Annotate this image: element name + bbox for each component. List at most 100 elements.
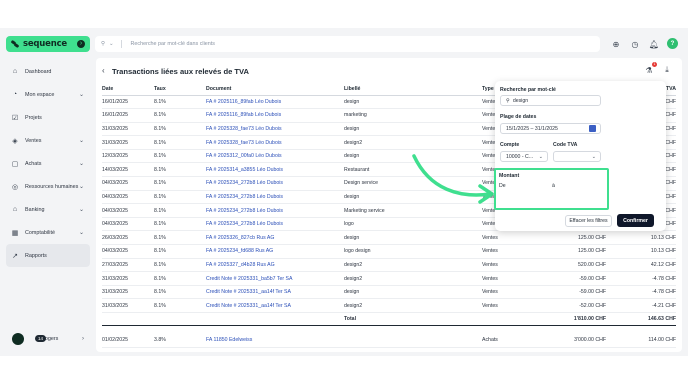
confirm-button[interactable]: Confirmer: [617, 214, 654, 227]
collapse-sidebar-icon[interactable]: ›: [77, 40, 85, 48]
montant-min-input[interactable]: [499, 191, 547, 201]
search-input[interactable]: Recherche par mot-clé dans clients: [130, 41, 215, 47]
cell-libelle: design: [344, 122, 482, 137]
bag-icon: ▢: [11, 160, 19, 168]
cell-taux: 8.1%: [154, 190, 206, 205]
date-range-input[interactable]: 15/1/2025 – 31/1/2025: [500, 123, 601, 134]
code-tva-label: Code TVA: [553, 142, 578, 148]
user-menu[interactable]: 14 Rogers ›: [6, 330, 90, 348]
compte-select[interactable]: 10000 - C... ⌄: [500, 151, 548, 162]
cell-document[interactable]: FA # 2025116_89fab Léo Dubois: [206, 95, 344, 110]
clock-icon[interactable]: ◷: [629, 38, 641, 50]
cell-document[interactable]: Credit Note # 2025331_aa14f Ter SA: [206, 285, 344, 300]
sidebar-item-ventes[interactable]: ◈ Ventes ⌄: [6, 129, 90, 152]
table-row[interactable]: 27/03/2025 8.1% FA # 2025327_d4b28 Rus AG d…: [102, 258, 676, 273]
cell-taux: 8.1%: [154, 285, 206, 300]
sidebar-item-achats[interactable]: ▢ Achats ⌄: [6, 152, 90, 175]
add-icon[interactable]: ⊕: [610, 38, 622, 50]
cell-document[interactable]: Credit Note # 2025331_aa14f Ter SA: [206, 298, 344, 313]
top-icons: ⊕ ◷ 🔔︎ ?: [610, 38, 678, 50]
cell-libelle: design: [344, 230, 482, 246]
column-header-taux[interactable]: Taux: [154, 83, 206, 96]
column-header-document[interactable]: Document: [206, 83, 344, 96]
chevron-down-icon[interactable]: ⌄: [109, 41, 114, 47]
cell-libelle: design2: [344, 135, 482, 150]
montant-highlight-box: Montant De à: [494, 168, 609, 210]
column-header-libelle[interactable]: Libellé: [344, 83, 482, 96]
cell-taux: 8.1%: [154, 244, 206, 259]
cell-libelle: logo: [344, 217, 482, 232]
cell-date: 27/03/2025: [102, 258, 154, 273]
cell-document[interactable]: FA # 2025328_fae73 Léo Dubois: [206, 135, 344, 150]
table-row[interactable]: 26/03/2025 8.1% FA # 2025326_827cb Rus AG d…: [102, 230, 676, 246]
chevron-down-icon: ⌄: [78, 138, 84, 144]
cell-taux: 8.1%: [154, 122, 206, 137]
sidebar-item-ressources-humaines[interactable]: ◎ Ressources humaines ⌄: [6, 175, 90, 198]
cell-document[interactable]: Credit Note # 2025331_ba5b7 Ter SA: [206, 271, 344, 286]
keyword-label: Recherche par mot-clé: [500, 87, 556, 93]
chevron-down-icon: ⌄: [591, 153, 596, 160]
table-row[interactable]: 31/03/2025 8.1% Credit Note # 2025331_ba5b…: [102, 271, 676, 286]
cell-document[interactable]: FA # 2025312_00fa0 Léo Dubois: [206, 149, 344, 164]
cell-document[interactable]: FA # 2025234_272b8 Léo Dubois: [206, 217, 344, 232]
bell-icon[interactable]: 🔔︎: [648, 38, 660, 50]
cell-document[interactable]: FA # 2025327_d4b28 Rus AG: [206, 258, 344, 273]
cell-tva: 10.13 CHF: [606, 244, 676, 259]
sidebar-item-label: Ressources humaines: [25, 183, 79, 190]
sidebar-item-comptabilite[interactable]: ▦ Comptabilité ⌄: [6, 221, 90, 244]
cell-document[interactable]: FA # 2025314_a3855 Léo Dubois: [206, 162, 344, 178]
table-row[interactable]: 31/03/2025 8.1% Credit Note # 2025331_aa14…: [102, 285, 676, 300]
download-icon[interactable]: ⤓: [662, 65, 672, 75]
chevron-down-icon: ⌄: [538, 153, 543, 160]
filter-icon[interactable]: ⚗ 1: [644, 62, 657, 75]
cell-date: 04/03/2025: [102, 217, 154, 232]
cell-taux: 8.1%: [154, 176, 206, 191]
sidebar-item-dashboard[interactable]: ⌂ Dashboard: [6, 60, 90, 83]
clear-filters-button[interactable]: Effacer les filtres: [565, 215, 612, 227]
code-tva-select[interactable]: ⌄: [553, 151, 601, 162]
table-row[interactable]: 04/03/2025 8.1% FA # 2025234_fd688 Rus AG l…: [102, 244, 676, 259]
spacer-row: [102, 326, 676, 334]
column-header-date[interactable]: Date: [102, 83, 154, 96]
brand-name: sequence: [23, 39, 67, 49]
chevron-down-icon: ⌄: [78, 184, 84, 190]
montant-max-input[interactable]: [552, 191, 600, 201]
tag-icon: ◈: [12, 137, 18, 145]
cell-document[interactable]: FA 11850 Edelweiss: [206, 333, 344, 348]
cell-type: Ventes: [482, 258, 544, 273]
cell-document[interactable]: FA # 2025328_fae73 Léo Dubois: [206, 122, 344, 137]
cell-document[interactable]: FA # 2025116_89fab Léo Dubois: [206, 108, 344, 123]
table-row[interactable]: 01/02/2025 3.8% FA 11850 Edelweiss Achats 3'…: [102, 333, 676, 348]
back-arrow-icon[interactable]: ‹: [102, 66, 105, 75]
header-actions: ⚗ 1 ⤓: [644, 62, 672, 75]
cell-document[interactable]: FA # 2025326_827cb Rus AG: [206, 230, 344, 246]
brand-logo[interactable]: sequence ›: [6, 36, 90, 52]
cell-document[interactable]: FA # 2025234_272b8 Léo Dubois: [206, 190, 344, 205]
keyword-value: design: [512, 97, 529, 104]
cell-libelle: [344, 333, 482, 348]
sequence-logo-icon: [11, 40, 19, 48]
cell-taux: 8.1%: [154, 95, 206, 110]
cell-type: Ventes: [482, 285, 544, 300]
keyword-input[interactable]: ⚲ design: [500, 95, 601, 106]
cell-tva: 114.00 CHF: [606, 333, 676, 348]
page-title: Transactions liées aux relevés de TVA: [112, 67, 250, 76]
cell-taux: 8.1%: [154, 149, 206, 164]
table-row[interactable]: 31/03/2025 8.1% Credit Note # 2025331_aa14…: [102, 298, 676, 313]
sidebar-item-rapports[interactable]: ↗ Rapports: [6, 244, 90, 267]
sidebar-item-banking[interactable]: ⌂ Banking ⌄: [6, 198, 90, 221]
de-label: De: [499, 183, 506, 189]
cell-document[interactable]: FA # 2025234_272b8 Léo Dubois: [206, 203, 344, 218]
help-icon[interactable]: ?: [667, 38, 678, 49]
global-search[interactable]: ⚲ ⌄ Recherche par mot-clé dans clients: [95, 36, 600, 52]
cell-type: Ventes: [482, 244, 544, 259]
sidebar-item-mon-espace[interactable]: ◔ Mon espace ⌄: [6, 83, 90, 106]
cell-document[interactable]: FA # 2025234_272b8 Léo Dubois: [206, 176, 344, 191]
calendar-icon[interactable]: [589, 125, 596, 132]
cell-montant: 520.00 CHF: [544, 258, 606, 273]
cell-tva: -4.78 CHF: [606, 271, 676, 286]
chevron-down-icon: ⌄: [78, 161, 84, 167]
cell-document[interactable]: FA # 2025234_fd688 Rus AG: [206, 244, 344, 259]
sidebar-item-projets[interactable]: ☑ Projets: [6, 106, 90, 129]
cell-libelle: design: [344, 95, 482, 110]
